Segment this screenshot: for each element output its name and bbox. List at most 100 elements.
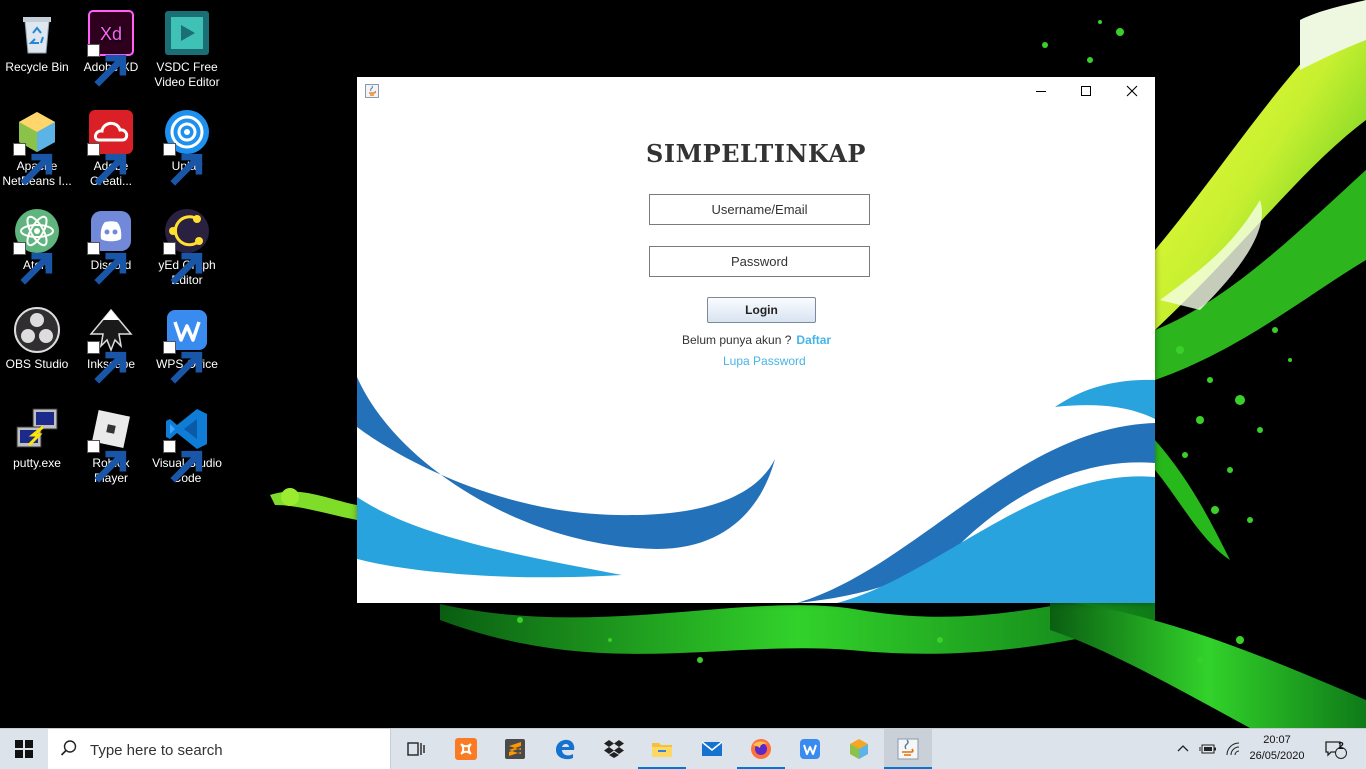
- recycle-bin-icon: [13, 9, 61, 57]
- vsdc-icon: [163, 9, 211, 57]
- desktop-icon-yed[interactable]: yEd Graph Editor: [150, 202, 224, 288]
- taskbar-wps[interactable]: [786, 729, 834, 769]
- shortcut-arrow-icon: [87, 341, 127, 384]
- discord-icon: [87, 207, 135, 285]
- taskbar-search[interactable]: [48, 729, 391, 769]
- task-view-icon: [407, 742, 425, 756]
- edge-icon: [556, 739, 575, 760]
- desktop-icon-roblox[interactable]: Roblox Player: [74, 400, 148, 486]
- shortcut-arrow-icon: [13, 143, 53, 186]
- taskbar-java-app[interactable]: [884, 729, 932, 769]
- desktop-icon-putty[interactable]: putty.exe: [0, 400, 74, 471]
- desktop-icon-label: VSDC Free Video Editor: [154, 60, 220, 89]
- battery-icon: [1199, 744, 1216, 754]
- login-window: SIMPELTINKAP Login Belum punya akun ? Daf…: [357, 77, 1155, 603]
- java-icon: [365, 84, 379, 98]
- password-field[interactable]: [649, 246, 870, 277]
- desktop-icon-label: Recycle Bin: [5, 60, 69, 74]
- wps-office-icon: [800, 739, 820, 759]
- desktop-icon-discord[interactable]: Discord: [74, 202, 148, 285]
- battery-indicator[interactable]: [1196, 729, 1220, 769]
- desktop-icon-obs[interactable]: OBS Studio: [0, 301, 74, 372]
- username-field[interactable]: [649, 194, 870, 225]
- adobe-xd-icon: Xd: [87, 9, 135, 87]
- action-center-button[interactable]: 2: [1318, 729, 1352, 769]
- obs-icon: [13, 306, 61, 354]
- adobe-creative-cloud-icon: [87, 108, 135, 186]
- yed-icon: [163, 207, 211, 285]
- desktop-icon-wps[interactable]: WPS Office: [150, 301, 224, 384]
- netbeans-icon: [13, 108, 61, 186]
- wifi-icon: [1226, 742, 1240, 756]
- minimize-button[interactable]: [1018, 77, 1064, 105]
- desktop-icon-recycle-bin[interactable]: Recycle Bin: [0, 4, 74, 75]
- svg-text:Xd: Xd: [100, 24, 122, 44]
- maximize-button[interactable]: [1063, 77, 1109, 105]
- shortcut-arrow-icon: [87, 242, 127, 285]
- register-prompt: Belum punya akun ?: [682, 333, 792, 347]
- wave-decoration: [357, 377, 1155, 603]
- putty-icon: [13, 405, 61, 453]
- desktop-icon-label: OBS Studio: [5, 357, 69, 371]
- shortcut-arrow-icon: [87, 440, 127, 483]
- taskbar: 20:07 26/05/2020 2: [0, 728, 1366, 769]
- taskbar-firefox[interactable]: [737, 729, 785, 769]
- desktop-icon-atom[interactable]: Atom: [0, 202, 74, 285]
- desktop-icon-inkscape[interactable]: Inkscape: [74, 301, 148, 384]
- taskbar-edge[interactable]: [541, 729, 589, 769]
- roblox-icon: [87, 405, 135, 483]
- taskbar-clock[interactable]: 20:07 26/05/2020: [1246, 732, 1308, 764]
- java-icon: [897, 738, 919, 760]
- clock-date: 26/05/2020: [1249, 750, 1305, 762]
- window-titlebar[interactable]: [357, 77, 1155, 105]
- register-link[interactable]: Daftar: [796, 333, 831, 347]
- desktop-icon-label: putty.exe: [13, 456, 61, 470]
- clock-time: 20:07: [1263, 734, 1291, 746]
- xampp-icon: [455, 738, 477, 760]
- start-button[interactable]: [0, 729, 48, 769]
- taskbar-dropbox[interactable]: [590, 729, 638, 769]
- desktop-icon-vsdc[interactable]: VSDC Free Video Editor: [150, 4, 224, 90]
- shortcut-arrow-icon: [163, 242, 203, 285]
- mail-icon: [701, 741, 723, 756]
- netbeans-icon: [850, 739, 868, 759]
- atom-icon: [13, 207, 61, 285]
- firefox-icon: [751, 739, 771, 759]
- uplay-icon: [163, 108, 211, 186]
- desktop-icon-adobe-xd[interactable]: Xd Adobe XD: [74, 4, 148, 87]
- file-explorer-icon: [652, 743, 672, 757]
- register-prompt-line: Belum punya akun ? Daftar: [682, 333, 831, 347]
- shortcut-arrow-icon: [87, 44, 127, 87]
- task-view-button[interactable]: [392, 729, 440, 769]
- wps-office-icon: [163, 306, 211, 384]
- desktop-icon-adobe-cc[interactable]: Adobe Creati...: [74, 103, 148, 189]
- login-button[interactable]: Login: [707, 297, 816, 323]
- search-input[interactable]: [88, 737, 382, 763]
- sublime-text-icon: [505, 739, 525, 759]
- show-hidden-icons-button[interactable]: [1172, 729, 1194, 769]
- shortcut-arrow-icon: [163, 440, 203, 483]
- forgot-password-link[interactable]: Lupa Password: [723, 354, 806, 368]
- app-title: SIMPELTINKAP: [646, 139, 866, 168]
- shortcut-arrow-icon: [163, 143, 203, 186]
- taskbar-file-explorer[interactable]: [638, 729, 686, 769]
- network-indicator[interactable]: [1221, 729, 1245, 769]
- taskbar-netbeans[interactable]: [835, 729, 883, 769]
- desktop-icon-netbeans[interactable]: Apache NetBeans I...: [0, 103, 74, 189]
- taskbar-xampp[interactable]: [442, 729, 490, 769]
- vscode-icon: [163, 405, 211, 483]
- desktop-icon-uplay[interactable]: Uplay: [150, 103, 224, 186]
- desktop-icon-vscode[interactable]: Visual Studio Code: [150, 400, 224, 486]
- shortcut-arrow-icon: [87, 143, 127, 186]
- notification-count: 2: [1338, 741, 1344, 752]
- taskbar-mail[interactable]: [688, 729, 736, 769]
- dropbox-icon: [604, 740, 624, 758]
- chevron-up-icon: [1177, 745, 1189, 752]
- windows-logo-icon: [15, 740, 33, 758]
- shortcut-arrow-icon: [163, 341, 203, 384]
- inkscape-icon: [87, 306, 135, 384]
- taskbar-sublime[interactable]: [491, 729, 539, 769]
- close-button[interactable]: [1109, 77, 1155, 105]
- search-icon: [60, 740, 77, 756]
- shortcut-arrow-icon: [13, 242, 53, 285]
